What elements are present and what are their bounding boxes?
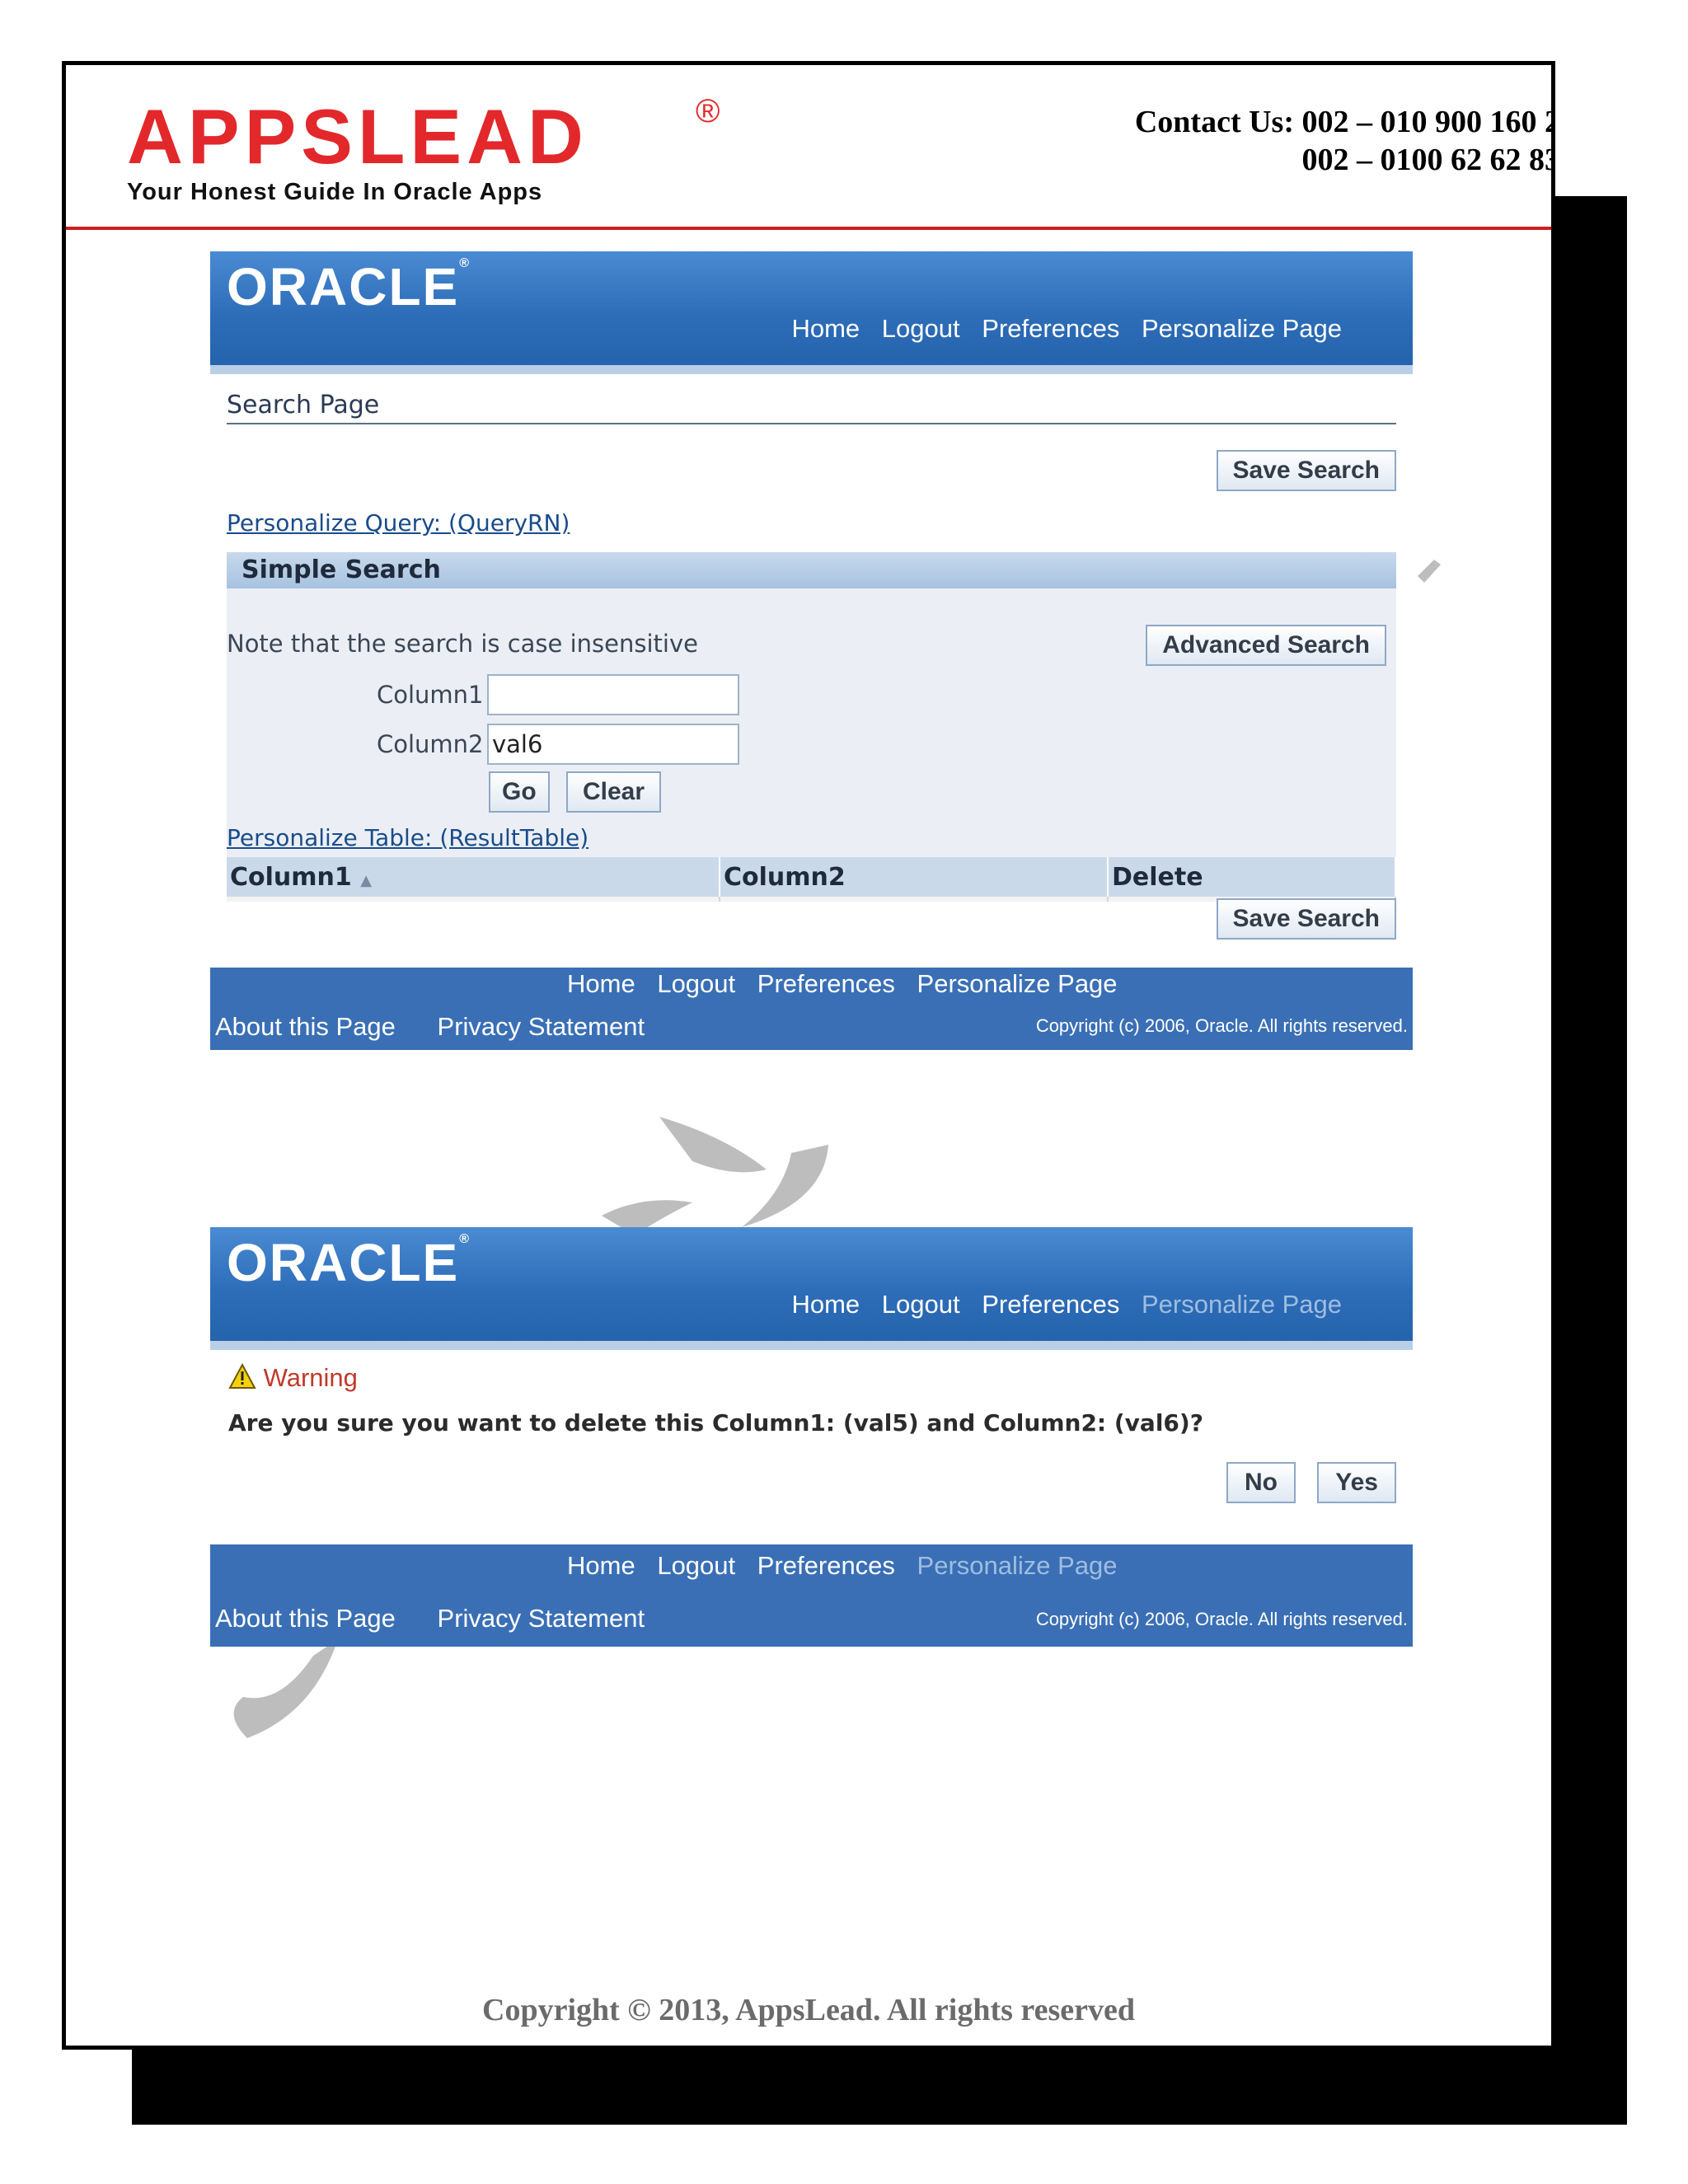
nav-home-link[interactable]: Home [791,314,860,343]
sort-asc-icon: ▲ [360,871,373,889]
save-search-button-top[interactable]: Save Search [1216,450,1396,491]
brand-name: APPSLEAD [127,93,588,180]
contact-info: Contact Us: 002 – 010 900 160 23 002 – 0… [1134,103,1555,179]
privacy-link[interactable]: Privacy Statement [438,1012,645,1041]
document-page: APPSLEAD ® Your Honest Guide In Oracle A… [62,61,1555,2050]
nav-logout-link[interactable]: Logout [882,1290,960,1319]
personalize-query-link[interactable]: Personalize Query: (QueryRN) [227,509,570,537]
nav-logout-link[interactable]: Logout [882,314,960,343]
column1-header[interactable]: Column1 ▲ [227,857,720,897]
oracle-logo: ORACLE® [227,256,471,316]
search-page-screenshot: ORACLE® Home Logout Preferences Personal… [210,251,1413,1050]
warning-message: Are you sure you want to delete this Col… [228,1409,1203,1436]
footer-nav: Home Logout Preferences Personalize Page [567,969,1132,999]
footer-links: About this Page Privacy Statement [215,1604,679,1633]
oracle-copyright: Copyright (c) 2006, Oracle. All rights r… [1035,1015,1408,1036]
contact-line-2: 002 – 0100 62 62 837 [1301,143,1555,177]
footer-logout-link[interactable]: Logout [657,1551,735,1580]
footer-personalize-link[interactable]: Personalize Page [917,969,1118,998]
nav-personalize-link: Personalize Page [1142,1290,1342,1319]
footer-preferences-link[interactable]: Preferences [757,1551,895,1580]
nav-home-link[interactable]: Home [791,1290,860,1319]
column2-label: Column2 [377,730,484,758]
footer-preferences-link[interactable]: Preferences [757,969,895,998]
personalize-table-link[interactable]: Personalize Table: (ResultTable) [227,824,588,851]
footer-personalize-link: Personalize Page [917,1551,1118,1580]
oracle-branding-bar: ORACLE® Home Logout Preferences Personal… [210,251,1413,374]
contact-line-1: Contact Us: 002 – 010 900 160 23 [1134,105,1555,139]
go-button[interactable]: Go [489,771,550,813]
page-footer: Home Logout Preferences Personalize Page… [210,1544,1413,1647]
clear-button[interactable]: Clear [566,771,662,813]
column1-input[interactable] [487,674,739,715]
no-button[interactable]: No [1226,1462,1296,1503]
footer-nav: Home Logout Preferences Personalize Page [567,1551,1132,1581]
save-search-button-bottom[interactable]: Save Search [1216,898,1396,940]
brand-tagline: Your Honest Guide In Oracle Apps [127,179,543,205]
oracle-branding-bar: ORACLE® Home Logout Preferences Personal… [210,1227,1413,1350]
warning-icon [228,1362,256,1389]
warning-title: Warning [228,1362,358,1393]
footer-links: About this Page Privacy Statement [215,1012,679,1042]
nav-preferences-link[interactable]: Preferences [982,314,1119,343]
column1-label: Column1 [377,681,484,709]
about-page-link[interactable]: About this Page [215,1012,396,1041]
search-note: Note that the search is case insensitive [227,630,698,658]
nav-personalize-link[interactable]: Personalize Page [1142,314,1342,343]
header-divider [66,227,1551,230]
delete-header: Delete [1108,857,1396,897]
footer-home-link[interactable]: Home [567,1551,635,1580]
page-footer: Home Logout Preferences Personalize Page… [210,968,1413,1050]
global-nav: Home Logout Preferences Personalize Page [776,1290,1342,1319]
column2-header[interactable]: Column2 [720,857,1109,897]
oracle-logo: ORACLE® [227,1232,471,1292]
yes-button[interactable]: Yes [1317,1462,1396,1503]
warning-page-screenshot: ORACLE® Home Logout Preferences Personal… [210,1227,1413,1647]
oracle-copyright: Copyright (c) 2006, Oracle. All rights r… [1035,1609,1408,1629]
footer-home-link[interactable]: Home [567,969,635,998]
appslead-logo: APPSLEAD ® Your Honest Guide In Oracle A… [127,93,720,206]
about-page-link[interactable]: About this Page [215,1604,396,1633]
document-copyright: Copyright © 2013, AppsLead. All rights r… [482,1993,1135,2027]
page-title: Search Page [227,391,1396,424]
simple-search-header: Simple Search [227,552,1396,588]
registered-mark: ® [696,93,720,129]
privacy-link[interactable]: Privacy Statement [438,1604,645,1633]
nav-preferences-link[interactable]: Preferences [982,1290,1119,1319]
footer-logout-link[interactable]: Logout [657,969,735,998]
column2-input[interactable]: val6 [487,724,739,765]
global-nav: Home Logout Preferences Personalize Page [776,314,1342,344]
advanced-search-button[interactable]: Advanced Search [1146,625,1386,666]
